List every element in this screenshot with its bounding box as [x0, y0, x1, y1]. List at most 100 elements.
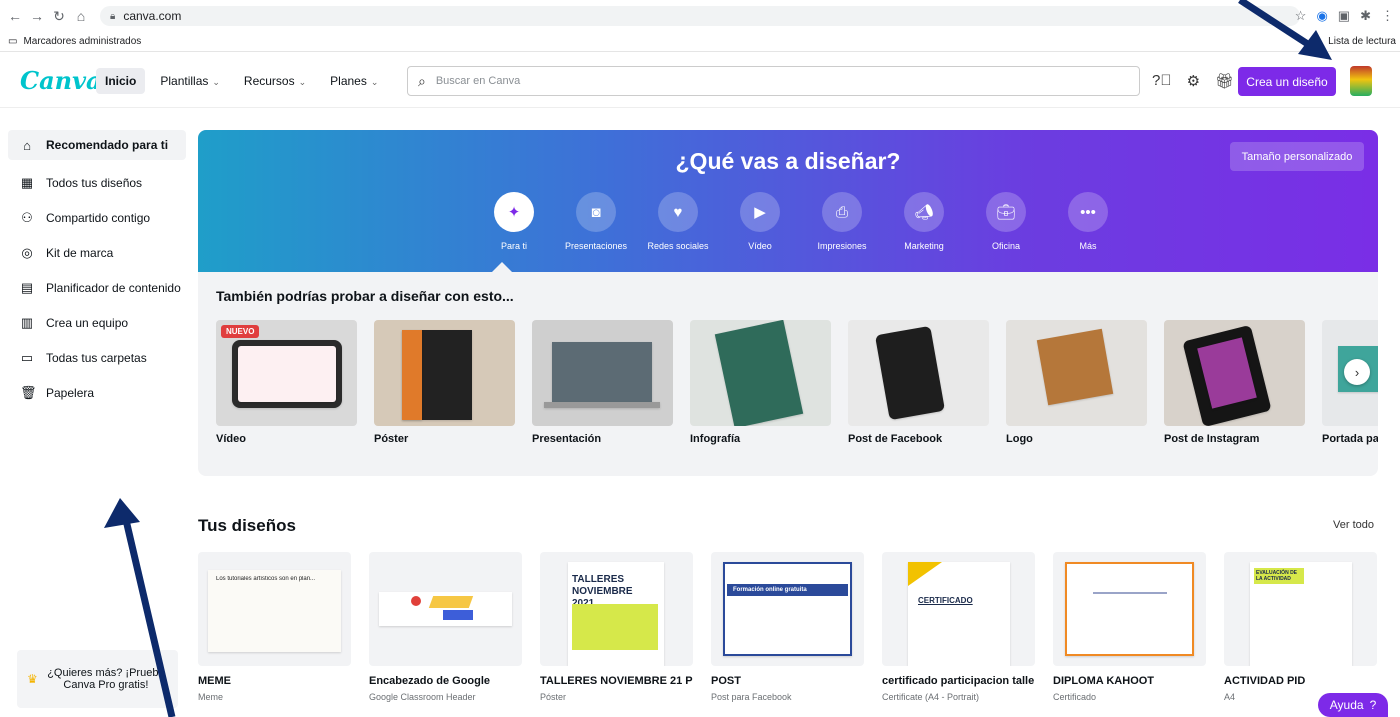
address-bar[interactable]: 🔒︎ canva.com — [100, 6, 1300, 26]
suggestion-card[interactable]: Póster — [374, 320, 515, 445]
category-label: Marketing — [904, 241, 944, 251]
sparkle-icon: ✦ — [494, 192, 534, 232]
sidebar-item-planificador[interactable]: ▤ Planificador de contenido — [8, 270, 186, 305]
suggestion-card[interactable]: Post de Instagram — [1164, 320, 1305, 445]
nav-recursos[interactable]: Recursos ⌄ — [235, 68, 315, 94]
suggestion-thumbnail — [848, 320, 989, 426]
star-icon[interactable]: ☆ — [1295, 8, 1307, 24]
nav-plantillas[interactable]: Plantillas ⌄ — [151, 68, 229, 94]
help-icon[interactable]: ?⃝ — [1152, 72, 1172, 90]
category-label: Impresiones — [817, 241, 867, 251]
design-card[interactable]: Formación online gratuita POST Post para… — [711, 552, 864, 702]
poster-block — [572, 604, 658, 650]
design-subtitle: Certificado — [1053, 692, 1097, 702]
sidebar-item-kit[interactable]: ◎ Kit de marca — [8, 235, 186, 270]
category-oficina[interactable]: 💼︎ Oficina — [965, 192, 1047, 251]
brand-kit-icon: ◎ — [21, 244, 33, 260]
category-mas[interactable]: ••• Más — [1047, 192, 1129, 251]
menu-icon[interactable]: ⋮ — [1381, 8, 1394, 24]
avatar[interactable] — [1350, 66, 1372, 96]
design-card[interactable]: CERTIFICADO certificado participacion ta… — [882, 552, 1035, 702]
bookmarks-bar: ▭ Marcadores administrados Lista de lect… — [0, 32, 1400, 52]
create-design-button[interactable]: Crea un diseño — [1238, 67, 1336, 96]
shape-red — [411, 596, 421, 606]
pro-promo[interactable]: ♛ ¿Quieres más? ¡Prueba Canva Pro gratis… — [17, 650, 178, 708]
sidebar-item-label: Planificador de contenido — [46, 280, 181, 295]
category-marketing[interactable]: 📣︎ Marketing — [883, 192, 965, 251]
crown-icon: ♛ — [27, 672, 38, 686]
calendar-icon: ▤ — [20, 279, 34, 295]
suggestion-label: Infografía — [690, 433, 741, 445]
team-icon: ▥ — [20, 314, 34, 330]
design-subtitle: Google Classroom Header — [369, 692, 476, 702]
sidebar: ⌂ Recomendado para ti ▦ Todos tus diseños … — [8, 130, 186, 410]
sidebar-item-label: Todas tus carpetas — [46, 350, 147, 365]
infographic-sheet — [714, 320, 804, 426]
forward-icon[interactable]: → — [26, 8, 48, 24]
category-video[interactable]: ▶ Vídeo — [719, 192, 801, 251]
design-card[interactable]: Los tutoriales artísticos son en plan...… — [198, 552, 351, 702]
more-icon: ••• — [1068, 192, 1108, 232]
search-input[interactable]: ⌕ Buscar en Canva — [407, 66, 1140, 96]
suggestion-thumbnail — [690, 320, 831, 426]
url-text: canva.com — [123, 9, 182, 23]
folder-icon: ▭ — [8, 36, 18, 47]
suggestion-card[interactable]: Presentación — [532, 320, 673, 445]
category-presentaciones[interactable]: ◙ Presentaciones — [555, 192, 637, 251]
certificate-corner — [908, 562, 942, 586]
poster-band — [402, 330, 422, 420]
suggestion-thumbnail: NUEVO — [216, 320, 357, 426]
category-redes-sociales[interactable]: ♥ Redes sociales — [637, 192, 719, 251]
nav-planes[interactable]: Planes ⌄ — [321, 68, 387, 94]
sidebar-item-recomendado[interactable]: ⌂ Recomendado para ti — [8, 130, 186, 160]
shape-yellow — [428, 596, 474, 608]
sidebar-item-papelera[interactable]: 🗑︎ Papelera — [8, 375, 186, 410]
puzzle-icon[interactable]: ✱ — [1360, 8, 1371, 24]
custom-size-button[interactable]: Tamaño personalizado — [1230, 142, 1364, 171]
browser-toolbar: ← → ↻ ⌂ 🔒︎ canva.com ☆ ◉ ▣ ✱ ⋮ — [0, 0, 1400, 32]
sidebar-item-todos[interactable]: ▦ Todos tus diseños — [8, 165, 186, 200]
canva-logo[interactable]: Canva — [20, 66, 102, 95]
suggestion-thumbnail — [1164, 320, 1305, 426]
suggestion-card[interactable]: Post de Facebook — [848, 320, 989, 445]
category-row: ✦ Para ti ◙ Presentaciones ♥ Redes sociales… — [473, 192, 1129, 251]
see-all-link[interactable]: Ver todo — [1333, 519, 1374, 531]
bookmarks-folder[interactable]: ▭ Marcadores administrados — [0, 36, 141, 47]
nav-inicio[interactable]: Inicio — [96, 68, 146, 94]
category-impresiones[interactable]: ⎙ Impresiones — [801, 192, 883, 251]
search-placeholder: Buscar en Canva — [435, 75, 521, 87]
help-button[interactable]: Ayuda? — [1318, 693, 1388, 717]
people-icon: ⚇ — [21, 209, 33, 225]
suggestion-card[interactable]: Logo — [1006, 320, 1147, 445]
category-label: Redes sociales — [647, 241, 709, 251]
design-subtitle: Póster — [540, 692, 567, 702]
design-card[interactable]: DIPLOMA KAHOOT Certificado — [1053, 552, 1206, 702]
logo-card — [1036, 328, 1114, 406]
cast-icon[interactable]: ▣ — [1338, 8, 1350, 24]
design-card[interactable]: EVALUACIÓN DE LA ACTIVIDAD ACTIVIDAD PID… — [1224, 552, 1377, 702]
sidebar-item-compartido[interactable]: ⚇ Compartido contigo — [8, 200, 186, 235]
reading-list[interactable]: Lista de lectura — [1328, 36, 1396, 47]
chevron-right-icon[interactable]: › — [1344, 359, 1370, 385]
extension-icons: ☆ ◉ ▣ ✱ ⋮ — [1295, 8, 1394, 24]
design-card[interactable]: TALLERES NOVIEMBRE 2021 TALLERES NOVIEMB… — [540, 552, 693, 702]
suggestion-card[interactable]: Infografía — [690, 320, 831, 445]
gift-icon[interactable]: 🎁︎ — [1215, 72, 1234, 90]
back-icon[interactable]: ← — [4, 8, 26, 24]
design-title: TALLERES NOVIEMBRE 21 PID... — [540, 675, 693, 687]
top-nav: Inicio Plantillas ⌄ Recursos ⌄ Planes ⌄ — [96, 68, 387, 94]
design-thumbnail — [1053, 552, 1206, 666]
reload-icon[interactable]: ↻ — [48, 8, 70, 25]
gear-icon[interactable]: ⚙ — [1187, 72, 1200, 90]
home-browser-icon[interactable]: ⌂ — [70, 8, 92, 24]
suggestion-label: Vídeo — [216, 433, 246, 445]
design-card[interactable]: Encabezado de Google Google Classroom He… — [369, 552, 522, 702]
suggestions-panel: También podrías probar a diseñar con est… — [198, 272, 1378, 476]
suggestion-card[interactable]: NUEVO Vídeo — [216, 320, 357, 445]
header-actions: ?⃝ ⚙ 🎁︎ — [1152, 72, 1234, 90]
category-para-ti[interactable]: ✦ Para ti — [473, 192, 555, 251]
sidebar-item-carpetas[interactable]: ▭ Todas tus carpetas — [8, 340, 186, 375]
extension-icon[interactable]: ◉ — [1316, 8, 1327, 24]
lock-icon: 🔒︎ — [110, 10, 116, 22]
sidebar-item-equipo[interactable]: ▥ Crea un equipo — [8, 305, 186, 340]
